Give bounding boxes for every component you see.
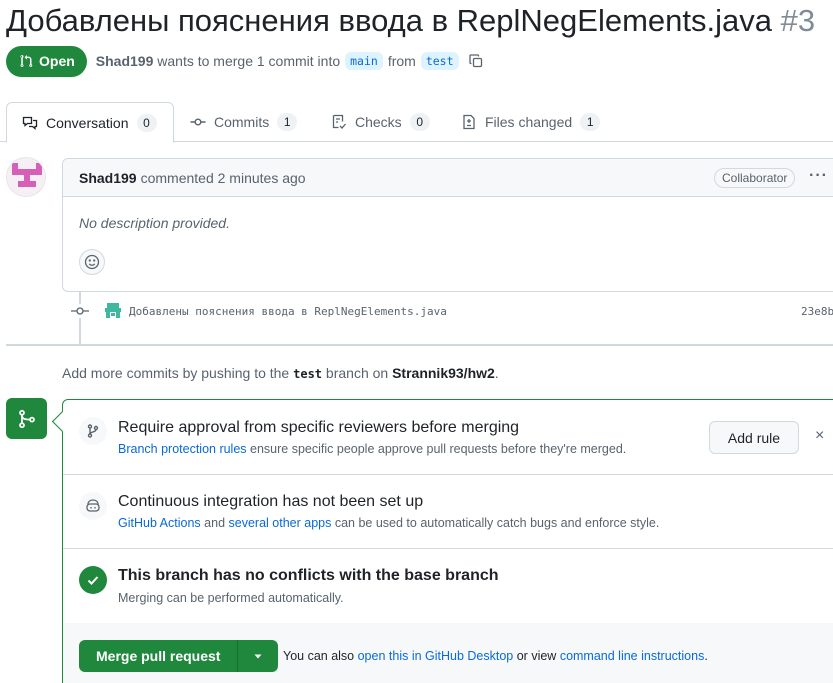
pr-title-text: Добавлены пояснения ввода в ReplNegEleme… — [6, 3, 772, 38]
comment-meta[interactable]: commented 2 minutes ago — [141, 170, 306, 186]
pr-author-link[interactable]: Shad199 — [96, 53, 154, 69]
note-suffix: . — [704, 649, 708, 663]
pr-status-row: Open Shad199 wants to merge 1 commit int… — [6, 45, 484, 77]
git-merge-icon — [6, 398, 47, 439]
comment-body: No description provided. — [79, 215, 230, 231]
hint-suffix: . — [494, 365, 499, 381]
protection-text: ensure specific people approve pull requ… — [250, 442, 627, 456]
tab-label: Checks — [355, 114, 402, 130]
copy-icon[interactable] — [468, 53, 484, 69]
merge-options-dropdown[interactable] — [238, 640, 279, 672]
branch-protection-section: Require approval from specific reviewers… — [63, 400, 833, 475]
pr-description-comment: Shad199 commented 2 minutes ago Collabor… — [62, 158, 833, 292]
close-icon[interactable]: × — [815, 427, 824, 445]
conflicts-subtitle: Merging can be performed automatically. — [118, 591, 344, 605]
github-actions-link[interactable]: GitHub Actions — [118, 516, 201, 530]
protection-subtitle: Branch protection rules ensure specific … — [118, 442, 626, 456]
tab-files-changed[interactable]: Files changed 1 — [461, 102, 601, 142]
triangle-down-icon — [254, 654, 262, 659]
merge-footer: Merge pull request You can also open thi… — [63, 623, 833, 683]
avatar[interactable] — [6, 157, 46, 197]
tab-counter: 0 — [409, 113, 430, 131]
ci-subtitle: GitHub Actions and several other apps ca… — [118, 516, 659, 530]
protection-title: Require approval from specific reviewers… — [118, 419, 520, 436]
commit-sha-link[interactable]: 23e8b — [801, 305, 833, 318]
pr-tabs: Conversation 0 Commits 1 Checks 0 Files … — [0, 102, 833, 143]
tab-label: Conversation — [46, 114, 129, 131]
tab-label: Commits — [214, 114, 270, 130]
git-commit-icon — [71, 304, 89, 318]
repo-link[interactable]: Strannik93/hw2 — [392, 365, 495, 381]
tab-conversation[interactable]: Conversation 0 — [6, 102, 174, 143]
merge-box: Require approval from specific reviewers… — [62, 399, 833, 683]
checklist-icon — [332, 114, 346, 129]
tab-counter: 0 — [136, 113, 157, 132]
hint-branch: test — [293, 367, 323, 381]
note-prefix: You can also — [283, 649, 355, 663]
branch-protection-rules-link[interactable]: Branch protection rules — [118, 442, 247, 456]
timeline-line — [79, 292, 81, 344]
comment-discussion-icon — [22, 116, 38, 130]
merge-button-group: Merge pull request — [79, 640, 279, 672]
hint-middle: branch on — [325, 365, 389, 381]
git-branch-icon — [79, 417, 107, 445]
tab-label: Files changed — [485, 114, 573, 130]
tab-commits[interactable]: Commits 1 — [190, 102, 298, 142]
tab-counter: 1 — [580, 113, 601, 131]
comment-author[interactable]: Shad199 — [79, 170, 137, 186]
merge-text: wants to merge 1 commit into — [157, 53, 341, 69]
smiley-icon — [84, 254, 100, 270]
hint-prefix: Add more commits by pushing to the — [62, 365, 290, 381]
file-diff-icon — [463, 114, 475, 130]
github-desktop-link[interactable]: open this in GitHub Desktop — [358, 649, 514, 663]
timeline-divider — [6, 344, 833, 346]
git-pull-request-icon — [20, 55, 33, 67]
commit-author-avatar[interactable] — [104, 302, 122, 320]
commit-message-link[interactable]: Добавлены пояснения ввода в ReplNegEleme… — [129, 305, 447, 318]
push-hint: Add more commits by pushing to the test … — [62, 365, 499, 381]
ci-and: and — [204, 516, 226, 530]
add-reaction-button[interactable] — [79, 249, 105, 275]
collaborator-badge: Collaborator — [714, 168, 796, 188]
conflicts-section: This branch has no conflicts with the ba… — [63, 549, 833, 623]
pr-title: Добавлены пояснения ввода в ReplNegEleme… — [6, 2, 815, 40]
from-text: from — [387, 53, 416, 69]
add-rule-button[interactable]: Add rule — [709, 421, 799, 454]
ci-text: can be used to automatically catch bugs … — [334, 516, 660, 530]
kebab-horizontal-icon[interactable]: ··· — [809, 168, 828, 184]
tab-checks[interactable]: Checks 0 — [331, 102, 430, 142]
other-apps-link[interactable]: several other apps — [229, 516, 332, 530]
pr-number: #3 — [780, 3, 816, 38]
state-badge: Open — [6, 45, 87, 77]
check-icon — [79, 566, 107, 594]
merge-summary: Shad199 wants to merge 1 commit into mai… — [96, 52, 484, 70]
note-mid: or view — [516, 649, 557, 663]
base-branch[interactable]: main — [345, 52, 383, 70]
merge-note: You can also open this in GitHub Desktop… — [283, 649, 708, 663]
command-line-link[interactable]: command line instructions — [560, 649, 705, 663]
merge-pull-request-button[interactable]: Merge pull request — [79, 640, 239, 672]
head-branch[interactable]: test — [420, 52, 459, 70]
git-commit-icon — [190, 118, 206, 126]
tab-counter: 1 — [277, 113, 298, 131]
ci-section: Continuous integration has not been set … — [63, 475, 833, 549]
ci-title: Continuous integration has not been set … — [118, 493, 424, 510]
copilot-icon — [79, 492, 107, 520]
conflicts-title: This branch has no conflicts with the ba… — [118, 567, 499, 584]
state-label: Open — [39, 53, 75, 69]
